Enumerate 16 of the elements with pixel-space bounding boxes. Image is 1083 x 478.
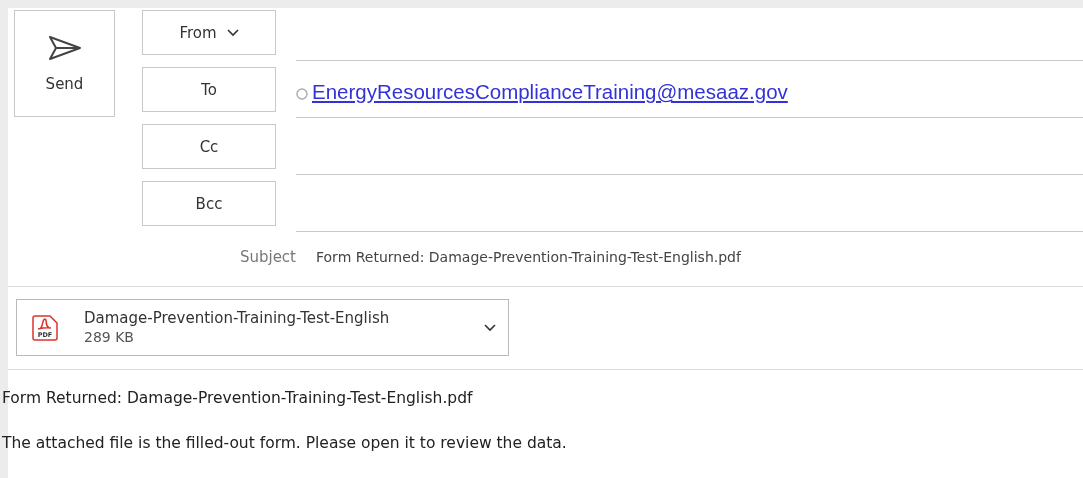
body-paragraph: The attached file is the filled-out form. Please open it to review the data. <box>2 434 568 452</box>
from-dropdown-button[interactable]: From <box>142 10 276 55</box>
caret-icon <box>226 28 239 37</box>
send-icon <box>47 34 82 61</box>
recipient-button[interactable]: To <box>142 67 276 112</box>
chevron-down-icon[interactable] <box>484 323 496 332</box>
presence-icon <box>296 88 308 100</box>
subject-label: Subject <box>238 248 296 266</box>
body-paragraph: Form Returned: Damage-Prevention-Training-Test-English.pdf <box>2 389 474 407</box>
send-button[interactable]: Send <box>14 10 115 117</box>
subject-field[interactable]: Form Returned: Damage-Prevention-Training-Test-English.pdf <box>316 249 1083 265</box>
attachment-size: 289 KB <box>84 327 135 347</box>
attachment-name: Damage-Prevention-Training-Test-English <box>84 308 391 328</box>
recipient-button[interactable]: Cc <box>142 124 276 169</box>
recipient-button[interactable]: Bcc <box>142 181 276 226</box>
email-address-link[interactable]: EnergyResourcesComplianceTraining@mesaaz.gov <box>312 80 788 104</box>
